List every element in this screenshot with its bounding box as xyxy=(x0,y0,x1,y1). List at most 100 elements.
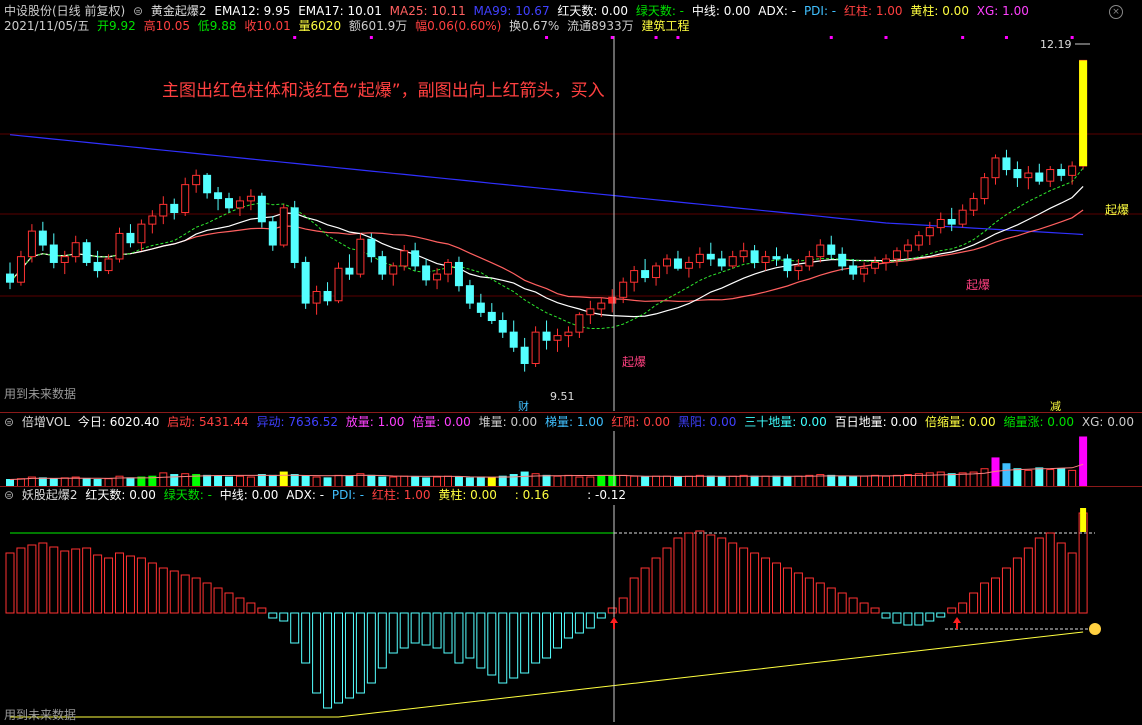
sub-yellow-bar: 黄柱: 0.00 xyxy=(438,488,497,502)
candle xyxy=(1024,172,1033,179)
top-marker-dot xyxy=(676,36,680,39)
sub-bar xyxy=(334,612,343,704)
candle xyxy=(115,232,124,260)
candle xyxy=(170,203,179,214)
sub-bar xyxy=(980,582,990,614)
vol-gear-icon[interactable]: ⊜ xyxy=(4,415,14,429)
volume-bar xyxy=(520,471,529,487)
candle xyxy=(246,195,255,202)
candle xyxy=(509,331,518,348)
volume-bar xyxy=(1002,463,1011,487)
sub-bar xyxy=(1045,532,1055,614)
candle xyxy=(991,157,1000,179)
top-marker-dot xyxy=(654,36,658,39)
sub-bar xyxy=(761,557,771,614)
sub-bar xyxy=(125,555,135,614)
jian-marker: 减 xyxy=(1050,400,1061,411)
candle xyxy=(914,235,923,246)
candle xyxy=(49,244,58,263)
top-marker-dot xyxy=(1004,36,1008,39)
vol-fangliang: 放量: 1.00 xyxy=(345,415,405,429)
ma99-line xyxy=(9,134,1084,236)
candle xyxy=(203,174,212,194)
candle xyxy=(454,261,463,287)
sub-bar xyxy=(892,612,902,624)
candle xyxy=(1013,169,1022,179)
vol-name[interactable]: 倍增VOL xyxy=(22,415,70,429)
volume-bar xyxy=(1035,467,1044,487)
top-marker-dot xyxy=(545,36,549,39)
sub-bar xyxy=(903,612,913,626)
sub-bar xyxy=(38,542,48,614)
sub-bar xyxy=(147,562,157,614)
stock-title[interactable]: 中设股份(日线 前复权) xyxy=(4,4,125,18)
candle xyxy=(378,256,387,275)
volume-bar xyxy=(1068,469,1077,487)
indicator-name[interactable]: 黄金起爆2 xyxy=(151,4,207,18)
candle xyxy=(586,308,595,316)
sub-bar xyxy=(476,612,486,669)
candle xyxy=(816,244,825,258)
candle xyxy=(695,253,704,263)
candle xyxy=(93,261,102,272)
quote-amount: 额601.9万 xyxy=(348,19,408,33)
sub-indicator-chart[interactable] xyxy=(0,505,1142,722)
candle xyxy=(827,244,836,255)
candle xyxy=(728,256,737,267)
candle xyxy=(772,256,781,260)
sub-bar xyxy=(662,547,672,614)
sub-pdi: PDI: - xyxy=(331,488,365,502)
sub-bar xyxy=(399,612,409,649)
sub-adx: ADX: - xyxy=(286,488,325,502)
volume-chart[interactable] xyxy=(0,431,1142,487)
sub-bar xyxy=(739,547,749,614)
candle xyxy=(684,261,693,269)
vol-suoliangzhang: 缩量涨: 0.00 xyxy=(1003,415,1075,429)
volume-bar xyxy=(1013,468,1022,487)
sub-bar xyxy=(268,612,278,619)
sub-bar xyxy=(235,597,245,614)
sub-bar xyxy=(1056,542,1066,614)
candle xyxy=(531,331,540,364)
top-marker-dot xyxy=(369,36,373,39)
candle xyxy=(181,184,190,214)
sub-bar xyxy=(421,612,431,646)
sub-bar xyxy=(290,612,300,644)
candle xyxy=(1046,169,1055,182)
vol-beisuo: 倍缩量: 0.00 xyxy=(925,415,996,429)
sub-bar xyxy=(104,557,114,614)
sub-bar xyxy=(1023,547,1033,614)
candle xyxy=(159,203,168,217)
sub-bar xyxy=(279,612,289,622)
sub-bar xyxy=(27,544,37,614)
sub-bar xyxy=(684,532,694,614)
candle xyxy=(235,200,244,209)
sub-bar xyxy=(673,537,683,614)
candle xyxy=(608,296,617,304)
candle xyxy=(345,267,354,275)
sub-bar xyxy=(487,612,497,676)
sub-bar xyxy=(804,577,814,614)
candle xyxy=(805,256,814,267)
sub-name[interactable]: 妖股起爆2 xyxy=(22,488,78,502)
quote-sector: 建筑工程 xyxy=(641,19,690,33)
sub-bar xyxy=(651,557,661,614)
quote-close: 收10.01 xyxy=(244,19,291,33)
sub-gear-icon[interactable]: ⊜ xyxy=(4,488,14,502)
candle xyxy=(936,218,945,229)
candle xyxy=(465,285,474,304)
top-marker-dot xyxy=(610,36,614,39)
candle xyxy=(980,177,989,200)
candle xyxy=(6,273,14,283)
sub-bar xyxy=(750,552,760,614)
qibao-label-3: 起爆 xyxy=(1105,203,1129,217)
vol-xg: XG: 0.00 xyxy=(1081,415,1134,429)
candle xyxy=(16,256,25,283)
indicator-gear-icon[interactable]: ⊜ xyxy=(133,4,143,18)
price-high-label: 12.19 xyxy=(1040,38,1072,51)
candle xyxy=(750,250,759,263)
sub-bar xyxy=(925,612,935,622)
candle xyxy=(871,261,880,269)
money-bag-icon xyxy=(1089,623,1101,635)
vol-tiliang: 梯量: 1.00 xyxy=(545,415,604,429)
